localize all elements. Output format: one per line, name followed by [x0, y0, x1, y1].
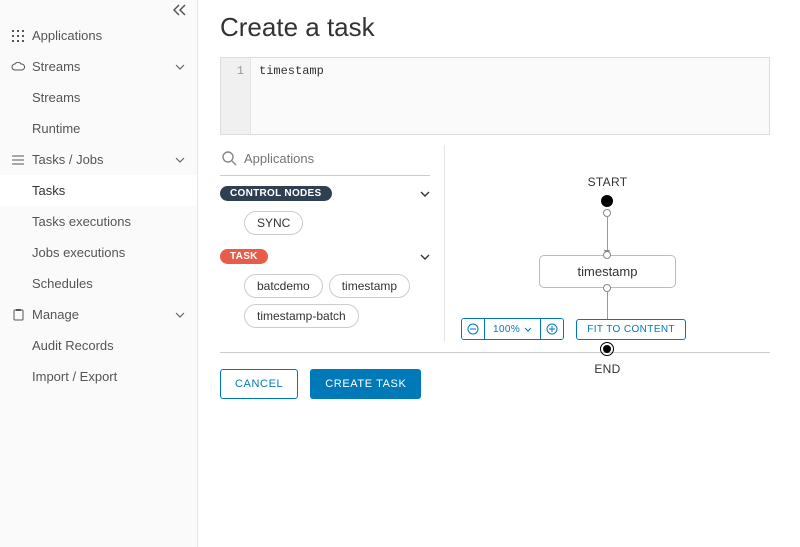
chevron-down-icon — [524, 327, 532, 332]
component-palette: CONTROL NODES SYNC TASK batcdemo timesta… — [220, 145, 445, 342]
category-task[interactable]: TASK — [220, 249, 430, 264]
port[interactable] — [604, 251, 612, 259]
sidebar-subitem-streams[interactable]: Streams — [0, 82, 197, 113]
nav-label: Streams — [32, 59, 173, 74]
page-title: Create a task — [220, 12, 770, 43]
palette-item-timestamp[interactable]: timestamp — [329, 274, 410, 298]
dsl-editor[interactable]: 1 timestamp — [220, 57, 770, 135]
grid-icon — [10, 30, 26, 42]
category-label: CONTROL NODES — [220, 186, 332, 201]
plus-circle-icon — [546, 323, 558, 335]
line-number: 1 — [221, 58, 251, 134]
palette-search[interactable] — [220, 145, 430, 176]
sidebar-subitem-audit-records[interactable]: Audit Records — [0, 330, 197, 361]
sidebar: Applications Streams Streams Runtime Tas… — [0, 0, 198, 547]
sidebar-item-applications[interactable]: Applications — [0, 20, 197, 51]
start-label: START — [588, 175, 628, 189]
minus-circle-icon — [467, 323, 479, 335]
end-label: END — [594, 362, 620, 376]
end-node[interactable] — [601, 342, 615, 356]
port[interactable] — [604, 209, 612, 217]
fit-to-content-button[interactable]: FIT TO CONTENT — [576, 319, 686, 340]
create-task-button[interactable]: CREATE TASK — [310, 369, 421, 399]
palette-item-batcdemo[interactable]: batcdemo — [244, 274, 323, 298]
clipboard-icon — [10, 309, 26, 321]
chevron-down-icon — [173, 64, 187, 70]
zoom-control: 100% — [461, 318, 564, 340]
code-content: timestamp — [251, 58, 332, 134]
sidebar-item-tasks-jobs[interactable]: Tasks / Jobs — [0, 144, 197, 175]
flow-canvas[interactable]: START timestamp END — [445, 145, 770, 342]
nav-label: Applications — [32, 28, 187, 43]
sidebar-subitem-import-export[interactable]: Import / Export — [0, 361, 197, 392]
zoom-out-button[interactable] — [462, 319, 484, 339]
chevron-down-icon — [173, 312, 187, 318]
category-control-nodes[interactable]: CONTROL NODES — [220, 186, 430, 201]
main-content: Create a task 1 timestamp CONTROL NODES … — [198, 0, 800, 547]
zoom-in-button[interactable] — [541, 319, 563, 339]
search-icon — [220, 149, 238, 167]
palette-item-sync[interactable]: SYNC — [244, 211, 303, 235]
chevron-down-icon — [173, 157, 187, 163]
chevron-down-icon — [420, 191, 430, 197]
port[interactable] — [604, 284, 612, 292]
zoom-value[interactable]: 100% — [484, 319, 541, 339]
start-node[interactable] — [602, 195, 614, 207]
category-label: TASK — [220, 249, 268, 264]
nav-label: Tasks / Jobs — [32, 152, 173, 167]
sidebar-subitem-jobs-executions[interactable]: Jobs executions — [0, 237, 197, 268]
task-node-label: timestamp — [578, 264, 638, 279]
task-node-timestamp[interactable]: timestamp — [539, 255, 677, 288]
list-icon — [10, 155, 26, 165]
sidebar-subitem-tasks[interactable]: Tasks — [0, 175, 197, 206]
chevron-down-icon — [420, 254, 430, 260]
palette-item-timestamp-batch[interactable]: timestamp-batch — [244, 304, 359, 328]
search-input[interactable] — [244, 151, 430, 166]
chevron-double-left-icon — [173, 4, 187, 16]
sidebar-item-manage[interactable]: Manage — [0, 299, 197, 330]
cancel-button[interactable]: CANCEL — [220, 369, 298, 399]
sidebar-item-streams[interactable]: Streams — [0, 51, 197, 82]
sidebar-collapse[interactable] — [0, 0, 197, 20]
sidebar-subitem-runtime[interactable]: Runtime — [0, 113, 197, 144]
cloud-icon — [10, 62, 26, 72]
nav-label: Manage — [32, 307, 173, 322]
connector — [607, 217, 608, 255]
sidebar-subitem-schedules[interactable]: Schedules — [0, 268, 197, 299]
sidebar-subitem-tasks-executions[interactable]: Tasks executions — [0, 206, 197, 237]
